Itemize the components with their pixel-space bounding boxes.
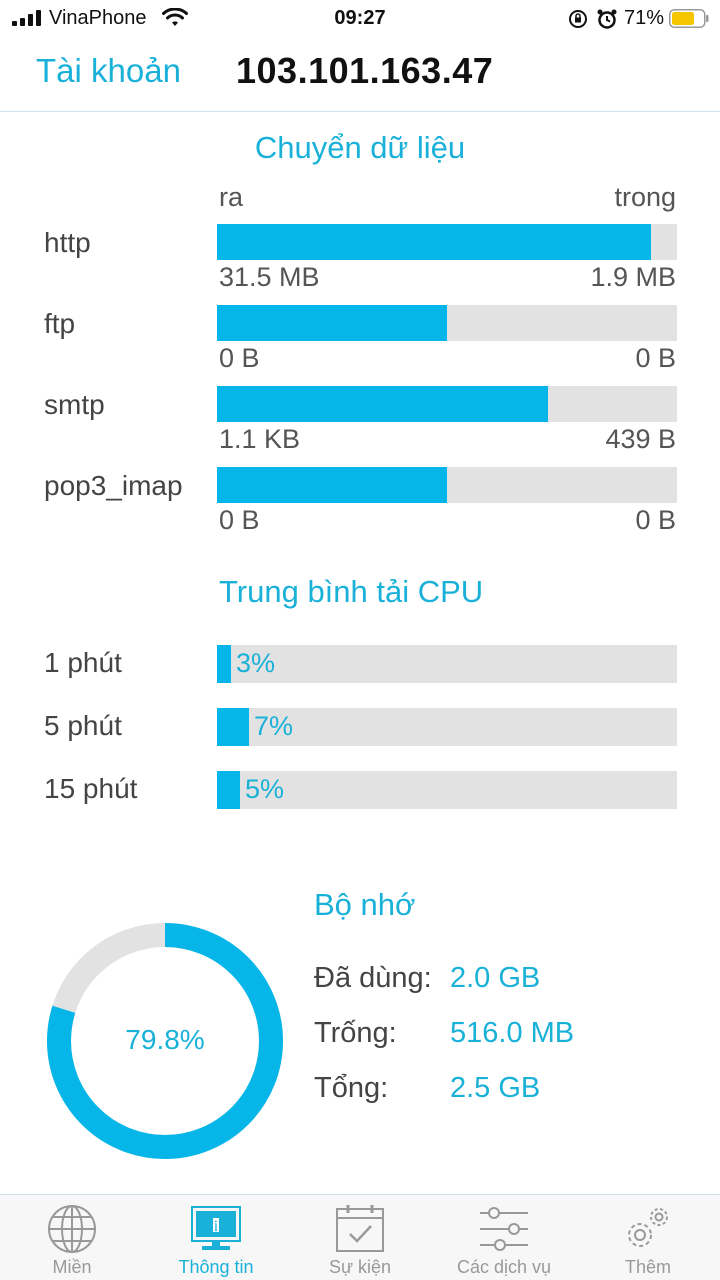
gears-icon — [628, 1208, 668, 1247]
out-axis-label: ra — [219, 182, 244, 212]
tab-services[interactable]: Các dịch vụ — [432, 1195, 576, 1280]
transfer-section-title: Chuyển dữ liệu — [254, 130, 466, 165]
in-axis-label: trong — [614, 182, 676, 212]
account-back-button[interactable]: Tài khoản — [36, 52, 181, 90]
calendar-icon — [336, 1205, 384, 1252]
cpu-bar-fill — [217, 708, 249, 746]
server-ip-title: 103.101.163.47 — [236, 50, 494, 91]
memory-total-label: Tổng: — [314, 1072, 389, 1104]
tab-label: Thêm — [624, 1257, 671, 1277]
transfer-out-value: 0 B — [219, 505, 260, 535]
transfer-out-value: 1.1 KB — [219, 424, 301, 454]
transfer-bar-out-fill — [217, 467, 447, 503]
cpu-bar-track: 3% — [217, 645, 677, 683]
cpu-row-label: 5 phút — [44, 710, 122, 741]
transfer-bar-out-fill — [217, 305, 447, 341]
cpu-percent-value: 5% — [245, 774, 285, 804]
memory-used-value: 2.0 GB — [450, 962, 541, 994]
rotation-lock-icon — [569, 10, 587, 28]
battery-icon — [669, 9, 709, 28]
transfer-out-value: 0 B — [219, 343, 260, 373]
nav-header: Tài khoản 103.101.163.47 — [0, 36, 720, 112]
transfer-bar-track — [217, 467, 677, 503]
tab-label: Miền — [52, 1257, 92, 1277]
transfer-bar-out-fill — [217, 224, 651, 260]
memory-free-value: 516.0 MB — [450, 1017, 575, 1049]
tab-info[interactable]: i Thông tin — [144, 1195, 288, 1280]
memory-used-label: Đã dùng: — [314, 962, 432, 994]
transfer-bar-track — [217, 386, 677, 422]
transfer-in-value: 0 B — [635, 505, 676, 535]
alarm-icon — [597, 9, 617, 29]
memory-total-value: 2.5 GB — [450, 1072, 541, 1104]
transfer-bar-track — [217, 305, 677, 341]
cpu-bar-fill — [217, 645, 231, 683]
tab-domains[interactable]: Miền — [0, 1195, 144, 1280]
transfer-row-label: smtp — [44, 389, 105, 420]
transfer-in-value: 1.9 MB — [590, 262, 676, 292]
transfer-row-label: http — [44, 227, 91, 258]
memory-section-title: Bộ nhớ — [314, 887, 416, 922]
transfer-out-value: 31.5 MB — [219, 262, 320, 292]
transfer-in-value: 439 B — [605, 424, 676, 454]
transfer-row-label: ftp — [44, 308, 76, 339]
battery-percent: 71% — [624, 7, 665, 29]
tab-label: Các dịch vụ — [456, 1257, 552, 1277]
transfer-bar-track — [217, 224, 677, 260]
memory-percent: 79.8% — [125, 1024, 205, 1055]
cpu-percent-value: 7% — [254, 711, 294, 741]
globe-icon — [48, 1205, 96, 1253]
tab-events[interactable]: Sự kiện — [288, 1195, 432, 1280]
memory-free-label: Trống: — [314, 1017, 397, 1049]
cpu-bar-track: 5% — [217, 771, 677, 809]
transfer-row-label: pop3_imap — [44, 470, 183, 501]
tab-more[interactable]: Thêm — [576, 1195, 720, 1280]
sliders-icon — [480, 1207, 528, 1251]
status-bar: VinaPhone 09:27 71% — [0, 0, 720, 36]
tab-label: Thông tin — [178, 1257, 254, 1277]
cpu-row-label: 15 phút — [44, 773, 138, 804]
tab-bar: Miền i Thông tin Sự kiện Các dịch vụ Thê… — [0, 1194, 720, 1280]
tab-label: Sự kiện — [328, 1257, 392, 1277]
cpu-bar-fill — [217, 771, 240, 809]
transfer-in-value: 0 B — [635, 343, 676, 373]
svg-text:i: i — [214, 1218, 219, 1235]
cpu-percent-value: 3% — [236, 648, 276, 678]
transfer-bar-out-fill — [217, 386, 548, 422]
cpu-section-title: Trung bình tải CPU — [219, 574, 484, 609]
monitor-icon: i — [191, 1206, 241, 1250]
cpu-bar-track: 7% — [217, 708, 677, 746]
cpu-row-label: 1 phút — [44, 647, 122, 678]
